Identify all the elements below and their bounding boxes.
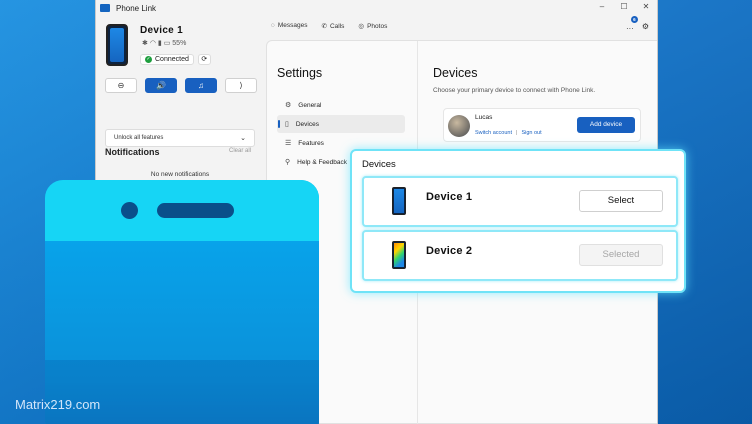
phone-shadow: [45, 360, 319, 424]
notification-count-badge: 6: [630, 16, 638, 23]
window-controls: – ☐ ✕: [591, 0, 657, 14]
tab-photos[interactable]: ◎ Photos: [358, 22, 387, 30]
top-nav: ◌ Messages ✆ Calls ◎ Photos: [271, 22, 387, 30]
phone-link-app-icon: [100, 4, 110, 12]
chevron-down-icon: ⌄: [240, 135, 246, 142]
phone-illustration: [45, 180, 319, 424]
tab-calls[interactable]: ✆ Calls: [322, 22, 345, 30]
device-row-name: Device 2: [426, 245, 473, 257]
unlock-features-dropdown[interactable]: Unlock all features ⌄: [105, 129, 255, 147]
top-right-actions: … 6 ⚙: [626, 16, 649, 31]
help-icon: ⚲: [285, 159, 291, 166]
account-links: Switch account | Sign out: [475, 130, 542, 136]
account-name: Lucas: [475, 114, 493, 121]
connection-status: ✓ Connected ⟳: [140, 54, 211, 65]
device-row[interactable]: Device 1 Select: [362, 176, 678, 227]
battery-icon: ▭: [163, 40, 171, 47]
menu-devices[interactable]: ▯ Devices: [277, 115, 405, 133]
volume-button[interactable]: 🔊: [145, 78, 177, 93]
audio-button[interactable]: ♫: [185, 78, 217, 93]
battery-level: 55%: [172, 40, 187, 47]
tab-messages[interactable]: ◌ Messages: [271, 22, 308, 30]
avatar: [448, 115, 470, 137]
signal-icon: ▮: [157, 40, 162, 47]
device-row-name: Device 1: [426, 191, 473, 203]
messages-icon: ◌: [271, 22, 275, 29]
connected-label: Connected: [155, 56, 189, 63]
account-card: Lucas Switch account | Sign out Add device: [443, 108, 641, 142]
calls-icon: ✆: [321, 23, 327, 30]
minimize-button[interactable]: –: [591, 0, 613, 14]
picker-title: Devices: [362, 159, 396, 170]
connected-chip: ✓ Connected: [140, 54, 194, 65]
cast-button[interactable]: ⟩: [225, 78, 257, 93]
gear-icon[interactable]: ⚙: [642, 22, 649, 31]
more-button[interactable]: … 6: [626, 16, 638, 31]
selected-button: Selected: [579, 244, 663, 266]
sign-out-link[interactable]: Sign out: [521, 130, 541, 136]
phone-icon: [392, 187, 406, 215]
list-icon: ☰: [285, 140, 292, 147]
do-not-disturb-button[interactable]: ⊖: [105, 78, 137, 93]
device-picker: Devices Device 1 Select Device 2 Selecte…: [350, 149, 686, 293]
menu-general[interactable]: ⚙ General: [277, 96, 405, 114]
phone-icon: ▯: [285, 121, 289, 128]
quick-actions: ⊖ 🔊 ♫ ⟩: [105, 78, 257, 93]
maximize-button[interactable]: ☐: [613, 0, 635, 14]
phone-icon: [392, 241, 406, 269]
check-icon: ✓: [145, 56, 152, 63]
wifi-icon: ◠: [149, 40, 156, 47]
unlock-label: Unlock all features: [114, 135, 164, 141]
device-row[interactable]: Device 2 Selected: [362, 230, 678, 281]
select-button[interactable]: Select: [579, 190, 663, 212]
bluetooth-icon: ✱: [142, 40, 148, 47]
settings-title: Settings: [277, 66, 323, 80]
close-button[interactable]: ✕: [635, 0, 657, 14]
photos-icon: ◎: [358, 23, 365, 30]
clear-all-link[interactable]: Clear all: [229, 148, 251, 154]
phone-icon: [106, 24, 128, 66]
switch-account-link[interactable]: Switch account: [475, 130, 512, 136]
notifications-heading: Notifications: [105, 147, 160, 157]
devices-title: Devices: [433, 66, 478, 80]
device-status: ✱ ◠ ▮ ▭ 55%: [142, 39, 186, 47]
window-title: Phone Link: [116, 3, 157, 13]
add-device-button[interactable]: Add device: [577, 117, 635, 133]
refresh-button[interactable]: ⟳: [197, 54, 211, 65]
camera-icon: [121, 202, 138, 219]
watermark: Matrix219.com: [15, 397, 101, 412]
gear-icon: ⚙: [285, 102, 292, 109]
speaker-icon: [157, 203, 234, 218]
device-name: Device 1: [140, 25, 183, 36]
devices-subtitle: Choose your primary device to connect wi…: [433, 87, 596, 94]
empty-notifications: No new notifications: [150, 171, 210, 178]
title-bar: Phone Link: [96, 0, 657, 16]
